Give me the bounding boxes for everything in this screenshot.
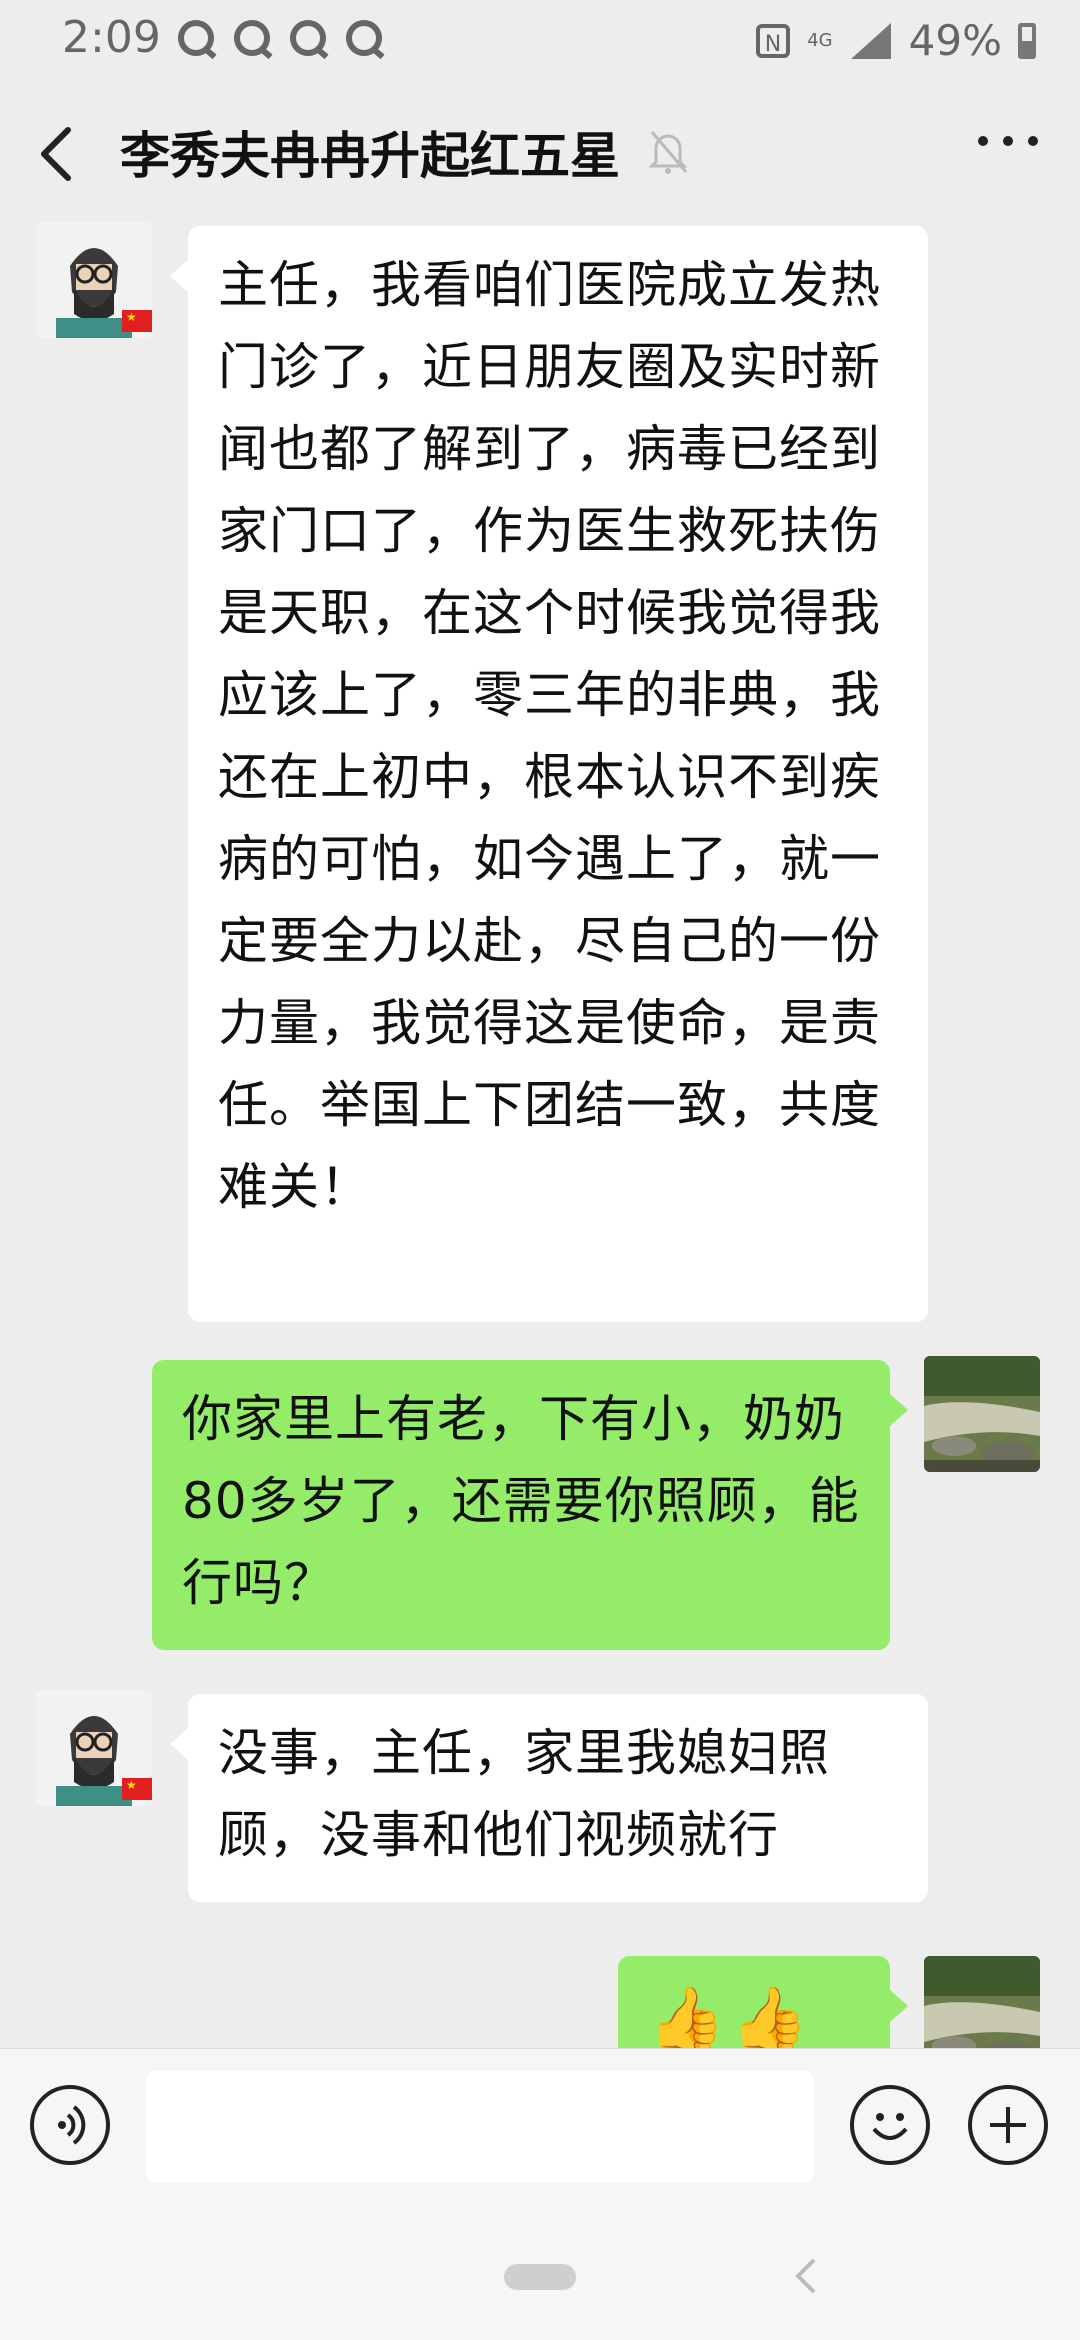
flag-badge-icon: ★ (122, 1778, 152, 1800)
contact-avatar[interactable]: ★ (36, 1690, 152, 1806)
more-icon[interactable] (978, 136, 1038, 160)
battery-icon (1018, 22, 1036, 59)
message-outgoing: 你家里上有老，下有小，奶奶80多岁了，还需要你照顾，能行吗？ (0, 1356, 1080, 1656)
message-incoming: ★ 主任，我看咱们医院成立发热门诊了，近日朋友圈及实时新闻也都了解到了，病毒已经… (0, 220, 1080, 1330)
notification-icons (178, 20, 382, 56)
notification-icon (178, 20, 214, 56)
message-bubble[interactable]: 👍👍👍 (618, 1956, 908, 2048)
emoji-button[interactable] (850, 2085, 930, 2165)
notification-icon (290, 20, 326, 56)
mute-bell-icon (648, 131, 688, 174)
message-incoming: ★ 没事，主任，家里我媳妇照顾，没事和他们视频就行 (0, 1688, 1080, 1908)
network-label: 4G (807, 30, 833, 51)
nav-back-icon[interactable] (794, 2256, 818, 2296)
nfc-icon: N (756, 23, 791, 58)
message-outgoing: 👍👍👍 (0, 1936, 1080, 2048)
status-time: 2:09 (62, 12, 161, 63)
input-bar (0, 2048, 1080, 2199)
contact-avatar[interactable]: ★ (36, 222, 152, 338)
chat-header: 李秀夫冉冉升起红五星 (0, 84, 1080, 220)
message-input[interactable] (146, 2071, 814, 2183)
message-bubble[interactable]: 主任，我看咱们医院成立发热门诊了，近日朋友圈及实时新闻也都了解到了，病毒已经到家… (170, 226, 928, 1322)
system-nav-bar (0, 2198, 1080, 2340)
message-bubble[interactable]: 你家里上有老，下有小，奶奶80多岁了，还需要你照顾，能行吗？ (152, 1360, 908, 1650)
message-bubble[interactable]: 没事，主任，家里我媳妇照顾，没事和他们视频就行 (170, 1694, 928, 1902)
avatar-illustration (924, 1956, 1040, 2048)
plus-button[interactable] (968, 2085, 1048, 2165)
voice-icon (58, 2105, 86, 2145)
status-bar: 2:09 N 4G 49% (0, 0, 1080, 84)
home-pill[interactable] (504, 2264, 576, 2290)
chat-title: 李秀夫冉冉升起红五星 (120, 127, 620, 185)
voice-button[interactable] (30, 2085, 110, 2165)
back-arrow-icon[interactable] (36, 124, 76, 184)
battery-percent: 49% (908, 16, 1002, 65)
svg-text:N: N (765, 32, 781, 57)
signal-icon (850, 22, 891, 59)
emoji-icon (872, 2113, 908, 2140)
avatar-illustration (924, 1356, 1040, 1472)
notification-icon (234, 20, 270, 56)
my-avatar[interactable] (924, 1356, 1040, 1472)
flag-badge-icon: ★ (122, 310, 152, 332)
notification-icon (346, 20, 382, 56)
chat-area[interactable]: ★ 主任，我看咱们医院成立发热门诊了，近日朋友圈及实时新闻也都了解到了，病毒已经… (0, 220, 1080, 2048)
my-avatar[interactable] (924, 1956, 1040, 2048)
plus-icon (990, 2107, 1026, 2143)
system-icons: N 4G 49% (755, 16, 1036, 65)
